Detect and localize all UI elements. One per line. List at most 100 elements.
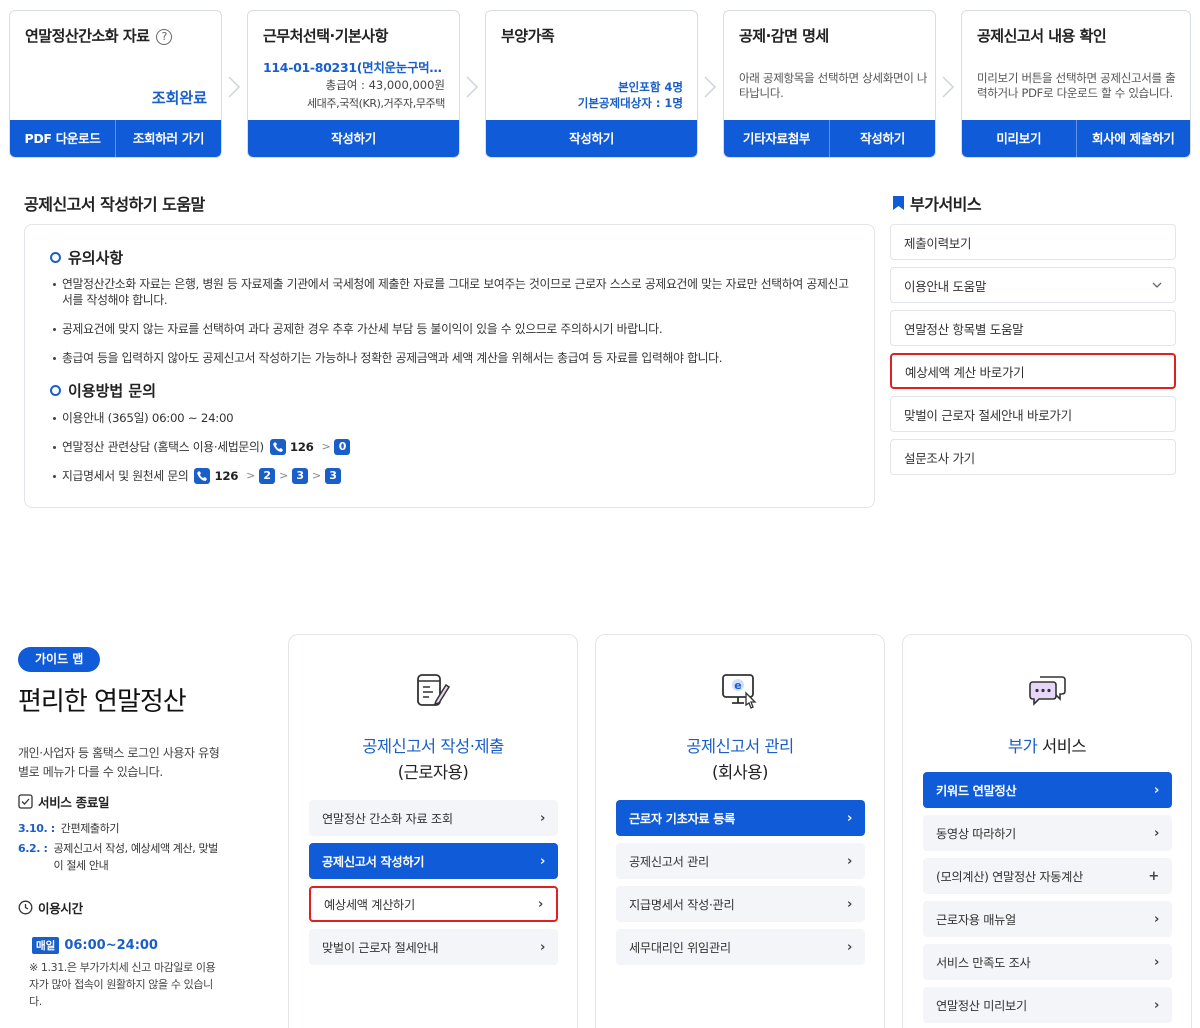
- basic-deduction-count: 기본공제대상자 : 1명: [577, 96, 683, 110]
- attach-other-data-button[interactable]: 기타자료첨부: [724, 120, 829, 157]
- side-services-title: 부가서비스: [893, 191, 982, 215]
- menu-auto-calc[interactable]: (모의계산) 연말정산 자동계산 +: [923, 858, 1172, 894]
- ring-bullet-icon: [50, 385, 61, 396]
- step-title: 공제·감면 명세: [739, 27, 829, 45]
- card-subtitle: (근로자용): [397, 763, 469, 782]
- help-title: 공제신고서 작성하기 도움말: [24, 195, 205, 214]
- step-title: 부양가족: [501, 27, 555, 45]
- plus-icon: +: [1148, 868, 1159, 884]
- chevron-right-icon: ›: [537, 896, 543, 912]
- chevron-right-icon: ›: [1153, 997, 1159, 1013]
- preview-button[interactable]: 미리보기: [962, 120, 1076, 157]
- step-description: 아래 공제항목을 선택하면 상세화면이 나타납니다.: [739, 71, 928, 100]
- menu-write-deduction-form[interactable]: 공제신고서 작성하기 ›: [309, 843, 558, 879]
- monitor-e-icon: e: [722, 674, 757, 709]
- chevron-right-icon: [941, 76, 955, 98]
- guide-description: 개인·사업자 등 홈택스 로그인 사용자 유형별로 메뉴가 다를 수 있습니다.: [18, 746, 220, 779]
- side-item-usage-help[interactable]: 이용안내 도움말: [890, 267, 1176, 303]
- service-end-list: 3.10. : 간편제출하기 6.2. : 공제신고서 작성, 예상세액 계산, 맞…: [18, 820, 218, 877]
- guide-badge: 가이드 맵: [18, 647, 101, 672]
- card-title: 공제신고서 관리: [686, 737, 794, 756]
- notice-item: 연말정산간소화 자료는 은행, 병원 등 자료제출 기관에서 국세청에 제출한 …: [50, 276, 849, 308]
- guide-card-extra-services: 부가 서비스 키워드 연말정산 › 동영상 따라하기 › (모의계산) 연말정산 자…: [902, 634, 1192, 1028]
- question-circle-icon[interactable]: ?: [156, 29, 173, 45]
- menu-tax-agent-delegation[interactable]: 세무대리인 위임관리 ›: [616, 929, 865, 965]
- ring-bullet-icon: [50, 252, 61, 263]
- chevron-right-icon: ›: [846, 853, 852, 869]
- menu-year-end-preview[interactable]: 연말정산 미리보기 ›: [923, 987, 1172, 1023]
- chevron-right-icon: ›: [539, 810, 545, 826]
- chevron-right-icon: ›: [1153, 782, 1159, 798]
- chevron-right-icon: ›: [846, 939, 852, 955]
- step-card-confirm: 공제신고서 내용 확인 미리보기 버튼을 선택하면 공제신고서를 출력하거나 P…: [961, 10, 1191, 158]
- step-title: 근무처선택·기본사항: [263, 27, 388, 45]
- chevron-right-icon: [703, 76, 717, 98]
- hours-line: 이용안내 (365일) 06:00 ~ 24:00: [50, 409, 849, 427]
- hours-note: ※ 1.31.은 부가가치세 신고 마감일로 이용자가 많아 접속이 원활하지 …: [29, 961, 216, 1008]
- step-card-workplace: 근무처선택·기본사항 114-01-80231(면치운눈구먹… 총급여 : 43…: [247, 10, 460, 158]
- pdf-download-button[interactable]: PDF 다운로드: [10, 120, 115, 157]
- menu-deduction-form-manage[interactable]: 공제신고서 관리 ›: [616, 843, 865, 879]
- notice-heading: 유의사항: [50, 247, 849, 268]
- menu-video-follow[interactable]: 동영상 따라하기 ›: [923, 815, 1172, 851]
- menu-employee-basic-data[interactable]: 근로자 기초자료 등록 ›: [616, 800, 865, 836]
- write-button[interactable]: 작성하기: [248, 120, 459, 157]
- notice-item: 총급여 등을 입력하지 않아도 공제신고서 작성하기는 가능하나 정확한 공제금…: [50, 350, 849, 366]
- daily-badge: 매일: [32, 937, 60, 954]
- dependents-count: 본인포함 4명: [618, 80, 683, 94]
- chat-bubble-icon: [1029, 676, 1066, 706]
- side-item-dual-income[interactable]: 맞벌이 근로자 절세안내 바로가기: [890, 396, 1176, 432]
- phone-icon: [269, 439, 286, 455]
- guide-title: 편리한 연말정산: [18, 687, 187, 717]
- chevron-right-icon: ›: [846, 896, 852, 912]
- hours-text: 06:00~24:00: [64, 938, 158, 953]
- step-title: 공제신고서 내용 확인: [977, 27, 1107, 45]
- write-button[interactable]: 작성하기: [486, 120, 697, 157]
- contact-tax-consult: 연말정산 관련상담 (홈택스 이용·세법문의) 126 > 0: [50, 438, 849, 456]
- side-item-survey[interactable]: 설문조사 가기: [890, 439, 1176, 475]
- chevron-right-icon: [465, 76, 479, 98]
- menu-payment-statement[interactable]: 지급명세서 작성·관리 ›: [616, 886, 865, 922]
- notice-item: 공제요건에 맞지 않는 자료를 선택하여 과다 공제한 경우 추후 가산세 부담…: [50, 321, 849, 337]
- menu-dual-income-guide[interactable]: 맞벌이 근로자 절세안내 ›: [309, 929, 558, 965]
- checkbox-icon: [18, 794, 33, 809]
- step-card-deductions: 공제·감면 명세 아래 공제항목을 선택하면 상세화면이 나타납니다. 기타자료…: [723, 10, 936, 158]
- hours-row: 매일 06:00~24:00: [32, 937, 158, 954]
- menu-expected-tax-calc[interactable]: 예상세액 계산하기 ›: [309, 886, 558, 922]
- card-title: 공제신고서 작성·제출: [362, 737, 504, 756]
- end-date-item: 6.2. : 공제신고서 작성, 예상세액 계산, 맞벌이 절세 안내: [18, 842, 218, 872]
- card-title: 부가 서비스: [1007, 737, 1087, 756]
- document-edit-icon: [417, 674, 451, 706]
- chevron-right-icon: ›: [1153, 911, 1159, 927]
- go-inquiry-button[interactable]: 조회하러 가기: [115, 120, 221, 157]
- side-item-expected-tax[interactable]: 예상세액 계산 바로가기: [890, 353, 1176, 389]
- svg-text:e: e: [734, 679, 741, 692]
- menu-simplified-data-inquiry[interactable]: 연말정산 간소화 자료 조회 ›: [309, 800, 558, 836]
- step-cards: 연말정산간소화 자료 ? 조회완료 PDF 다운로드 조회하러 가기 근무처선택…: [9, 10, 1191, 158]
- step-title: 연말정산간소화 자료 ?: [25, 25, 173, 46]
- menu-keyword-year-end[interactable]: 키워드 연말정산 ›: [923, 772, 1172, 808]
- bookmark-icon: [893, 196, 904, 210]
- card-subtitle: (회사용): [712, 763, 768, 782]
- end-date-item: 3.10. : 간편제출하기: [18, 822, 120, 835]
- total-salary: 총급여 : 43,000,000원: [325, 78, 445, 92]
- menu-employee-manual[interactable]: 근로자용 매뉴얼 ›: [923, 901, 1172, 937]
- step-description: 미리보기 버튼을 선택하면 공제신고서를 출력하거나 PDF로 다운로드 할 수…: [977, 71, 1176, 100]
- side-services-list: 제출이력보기 이용안내 도움말 연말정산 항목별 도움말 예상세액 계산 바로가…: [890, 224, 1176, 482]
- business-number[interactable]: 114-01-80231(면치운눈구먹…: [263, 57, 448, 76]
- chevron-down-icon: [1152, 282, 1162, 288]
- help-box: 유의사항 연말정산간소화 자료는 은행, 병원 등 자료제출 기관에서 국세청에…: [24, 224, 875, 508]
- hours-heading: 이용시간: [18, 898, 83, 917]
- write-button[interactable]: 작성하기: [829, 120, 935, 157]
- side-item-item-help[interactable]: 연말정산 항목별 도움말: [890, 310, 1176, 346]
- menu-satisfaction-survey[interactable]: 서비스 만족도 조사 ›: [923, 944, 1172, 980]
- guide-card-company: e 공제신고서 관리 (회사용) 근로자 기초자료 등록 › 공제신고서 관리 › …: [595, 634, 885, 1028]
- submit-to-company-button[interactable]: 회사에 제출하기: [1075, 120, 1191, 157]
- side-item-submission-history[interactable]: 제출이력보기: [890, 224, 1176, 260]
- chevron-right-icon: ›: [1153, 954, 1159, 970]
- chevron-right-icon: ›: [1153, 825, 1159, 841]
- chevron-right-icon: ›: [539, 853, 545, 869]
- key-badge: 3: [324, 468, 341, 484]
- status-text: 조회완료: [151, 89, 207, 107]
- chevron-right-icon: ›: [539, 939, 545, 955]
